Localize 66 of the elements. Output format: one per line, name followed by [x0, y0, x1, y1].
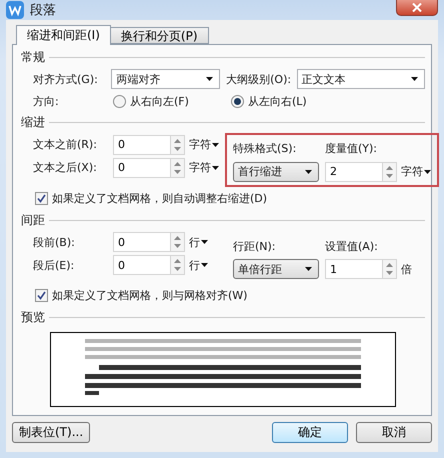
app-logo-icon — [6, 1, 24, 19]
number-field[interactable]: 1 — [325, 259, 382, 280]
caret-icon — [305, 170, 312, 174]
checkmark-icon — [37, 291, 46, 300]
dialog-button[interactable]: 确定 — [272, 422, 348, 442]
field-label: 方向: — [33, 94, 60, 109]
checkbox-label: 如果定义了文档网格，则自动调整右缩进(D) — [52, 190, 268, 206]
checkbox-label: 如果定义了文档网格，则与网格对齐(W) — [52, 288, 248, 304]
caret-icon — [212, 142, 219, 147]
checkbox[interactable] — [35, 289, 48, 302]
section-heading: 预览 — [21, 308, 45, 326]
spin-buttons[interactable] — [170, 158, 185, 178]
dropdown[interactable]: 首行缩进 — [233, 162, 319, 182]
caret-icon — [201, 240, 208, 244]
window-title: 段落 — [30, 2, 56, 19]
field-label: 特殊格式(S): — [233, 141, 298, 156]
close-icon — [412, 2, 422, 12]
unit-label[interactable]: 字符 — [401, 164, 423, 180]
number-field[interactable]: 0 — [113, 255, 170, 276]
dropdown[interactable]: 单倍行距 — [233, 259, 319, 280]
close-button[interactable] — [396, 0, 438, 16]
unit-label[interactable]: 字符 — [189, 160, 211, 176]
spin-buttons[interactable] — [170, 232, 185, 252]
caret-icon — [206, 77, 214, 82]
radio-label: 从左向右(L) — [248, 94, 307, 109]
number-field[interactable]: 0 — [113, 134, 170, 155]
field-label: 段后(E): — [33, 258, 76, 273]
dropdown[interactable]: 正文文本 — [296, 69, 425, 90]
radio-dot-icon — [234, 98, 241, 105]
number-field[interactable]: 0 — [113, 232, 170, 252]
caret-icon — [305, 267, 312, 272]
spin-buttons[interactable] — [170, 134, 185, 155]
number-field[interactable]: 0 — [113, 158, 170, 178]
unit-label[interactable]: 行 — [189, 234, 200, 250]
dropdown[interactable]: 两端对齐 — [111, 69, 220, 90]
field-label: 对齐方式(G): — [33, 72, 99, 87]
section-heading: 间距 — [21, 212, 45, 229]
section-heading: 常规 — [21, 49, 45, 66]
radio-button[interactable] — [231, 94, 244, 108]
field-label: 度量值(Y): — [325, 141, 378, 156]
field-label: 文本之后(X): — [33, 160, 98, 176]
caret-icon — [212, 166, 219, 170]
checkmark-icon — [37, 194, 46, 203]
unit-label[interactable]: 行 — [189, 258, 200, 273]
number-field[interactable]: 2 — [325, 162, 382, 182]
spin-buttons[interactable] — [382, 259, 397, 280]
radio-button[interactable] — [113, 94, 126, 108]
caret-icon — [424, 170, 431, 174]
tab[interactable]: 换行和分页(P) — [110, 27, 209, 44]
checkbox[interactable] — [35, 192, 48, 205]
dialog-button[interactable]: 制表位(T)... — [12, 422, 90, 442]
spin-buttons[interactable] — [382, 162, 397, 182]
field-label: 段前(B): — [33, 234, 76, 250]
field-label: 行距(N): — [233, 238, 277, 254]
tab[interactable]: 缩进和间距(I) — [16, 25, 111, 45]
radio-label: 从右向左(F) — [130, 94, 189, 109]
caret-icon — [410, 77, 418, 82]
field-label: 设置值(A): — [325, 238, 379, 254]
spin-buttons[interactable] — [170, 255, 185, 276]
unit-label[interactable]: 字符 — [189, 137, 211, 152]
unit-label: 倍 — [401, 262, 412, 277]
field-label: 文本之前(R): — [33, 137, 98, 152]
caret-icon — [201, 263, 208, 268]
field-label: 大纲级别(O): — [226, 72, 292, 87]
section-heading: 缩进 — [21, 114, 45, 132]
dialog-button[interactable]: 取消 — [356, 422, 432, 442]
